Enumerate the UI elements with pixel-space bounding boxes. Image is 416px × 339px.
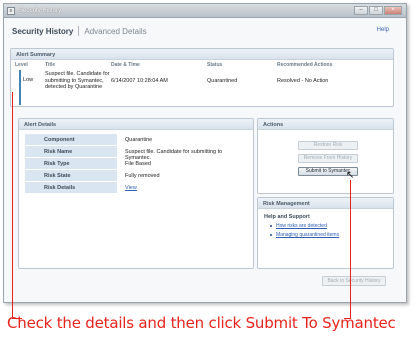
close-icon[interactable]: × (384, 6, 402, 15)
window-controls: – □ × (354, 6, 402, 15)
annotation-caption: Check the details and then click Submit … (7, 314, 396, 332)
column-status: Status (207, 62, 223, 68)
security-history-window: ≡ Security History – □ × Security Histor… (3, 3, 407, 303)
restore-risk-button[interactable]: Restore Risk (298, 141, 358, 150)
summary-column-headers: Level Title Date & Time Status Recommend… (11, 62, 393, 68)
title-bar: ≡ Security History – □ × (4, 4, 406, 18)
bullet-icon (270, 225, 272, 227)
alert-summary-heading: Alert Summary (11, 49, 393, 60)
remove-from-history-button[interactable]: Remove From History (298, 154, 358, 163)
row-action: Resolved - No Action (277, 78, 329, 84)
row-status: Quarantined (207, 78, 238, 84)
minimize-icon[interactable]: – (354, 6, 368, 15)
detail-value-cell: View (117, 182, 247, 193)
alert-summary-panel: Alert Summary Level Title Date & Time St… (10, 48, 394, 107)
row-title: Suspect file. Candidate for submitting t… (45, 71, 110, 90)
detail-key: Risk Name (25, 146, 117, 157)
annotation-line-right (350, 180, 351, 319)
details-table: Component Quarantine Risk Name Suspect f… (19, 130, 253, 194)
header-divider (78, 26, 80, 36)
page-header: Security History Advanced Details Help (4, 18, 406, 44)
maximize-icon[interactable]: □ (369, 6, 383, 15)
page-subtitle: Advanced Details (84, 26, 147, 36)
actions-heading: Actions (258, 119, 393, 130)
help-and-support-heading: Help and Support (264, 214, 310, 220)
column-date-time: Date & Time (111, 62, 140, 68)
annotation-line-left (12, 92, 13, 319)
detail-row: Risk Name Suspect file. Candidate for su… (25, 146, 247, 161)
back-to-security-history-button[interactable]: Back to Security History (322, 276, 386, 286)
detail-row: Risk Type File Based (25, 158, 247, 170)
detail-row: Risk State Fully removed (25, 170, 247, 182)
help-link-item: Managing quarantined items (258, 229, 393, 238)
help-link[interactable]: Help (377, 27, 389, 33)
detail-key: Risk State (25, 170, 117, 181)
help-link-item: How risks are detected (258, 220, 393, 229)
page-title: Security History (12, 26, 74, 36)
detail-value: File Based (125, 161, 151, 167)
row-datetime: 6/14/2007 10:28:04 AM (111, 78, 168, 84)
detail-row: Component Quarantine (25, 134, 247, 146)
bullet-icon (270, 234, 272, 236)
row-level: Low (23, 77, 34, 83)
risk-management-panel: Risk Management Help and Support How ris… (257, 197, 394, 269)
alert-details-heading: Alert Details (19, 119, 253, 130)
detail-value: Fully removed (125, 173, 160, 179)
detail-value: Quarantine (125, 137, 153, 143)
how-risks-detected-link[interactable]: How risks are detected (276, 223, 327, 229)
column-title: Title (45, 62, 56, 68)
detail-row: Risk Details View (25, 182, 247, 194)
system-menu-icon[interactable]: ≡ (7, 6, 15, 15)
window-title: Security History (19, 7, 62, 14)
column-level: Level (15, 62, 28, 68)
detail-key: Component (25, 134, 117, 145)
column-recommended-actions: Recommended Actions (277, 62, 333, 68)
detail-value: Suspect file. Candidate for submitting t… (125, 149, 223, 161)
summary-row[interactable]: Low Suspect file. Candidate for submitti… (19, 71, 387, 105)
managing-quarantined-items-link[interactable]: Managing quarantined items (276, 232, 339, 238)
detail-key: Risk Type (25, 158, 117, 169)
view-details-link[interactable]: View (125, 185, 137, 191)
risk-management-heading: Risk Management (258, 198, 393, 209)
alert-details-panel: Alert Details Component Quarantine Risk … (18, 118, 254, 269)
actions-panel: Actions Restore Risk Remove From History… (257, 118, 394, 194)
detail-key: Risk Details (25, 182, 117, 193)
